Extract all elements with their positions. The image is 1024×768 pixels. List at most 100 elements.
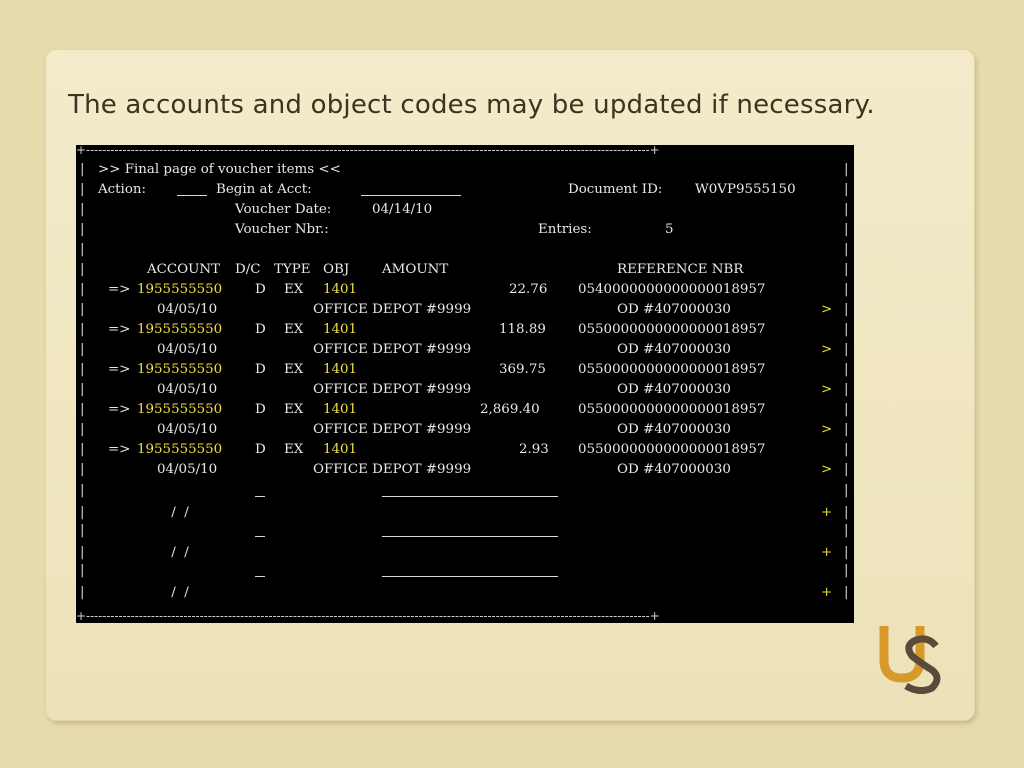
voucher-date-value: 04/14/10 [372,202,433,217]
row-arrow: => [108,282,131,297]
vendor-name: OFFICE DEPOT #9999 [313,302,472,317]
blank-entry-detail-row: | / / + | [76,543,854,563]
account-field[interactable]: 1955555550 [137,320,222,340]
object-code-field[interactable]: 1401 [323,440,357,460]
column-header-account: ACCOUNT [147,262,221,277]
blank-entry-row: | | [80,523,849,538]
dc-input[interactable] [255,575,265,577]
amount-input[interactable] [382,575,558,577]
voucher-date-label: Voucher Date: [235,202,332,217]
transaction-date: 04/05/10 [157,342,218,357]
column-header-obj: OBJ [323,262,350,277]
add-entry-indicator[interactable]: + [821,543,832,563]
screen-row: | >> Final page of voucher items << | [76,160,854,180]
type-value: EX [284,362,304,377]
screen-row: | Voucher Date: 04/14/10 | [76,200,854,220]
dc-value: D [255,282,266,297]
reference-detail: OD #407000030 [617,302,731,317]
more-detail-indicator[interactable]: > [821,300,832,320]
date-input[interactable]: / / [167,543,189,563]
amount-value: 2,869.40 [480,402,540,417]
amount-value: 22.76 [509,282,548,297]
terminal-screen: +---------------------------------------… [76,145,854,623]
row-arrow: => [108,402,131,417]
document-id-label: Document ID: [568,182,663,197]
amount-input[interactable] [382,535,558,537]
reference-detail: OD #407000030 [617,422,731,437]
account-field[interactable]: 1955555550 [137,360,222,380]
dc-value: D [255,442,266,457]
screen-row: | Voucher Nbr.: Entries: 5 | [76,220,854,240]
object-code-field[interactable]: 1401 [323,280,357,300]
reference-value: 0550000000000000018957 [578,402,766,417]
amount-value: 369.75 [499,362,546,377]
type-value: EX [284,322,304,337]
vendor-name: OFFICE DEPOT #9999 [313,382,472,397]
account-field[interactable]: 1955555550 [137,440,222,460]
object-code-field[interactable]: 1401 [323,320,357,340]
transaction-date: 04/05/10 [157,462,218,477]
row-arrow: => [108,322,131,337]
dc-value: D [255,362,266,377]
voucher-item-row: | => 1955555550 D EX 1401 2.93 055000000… [76,440,854,460]
voucher-item-detail-row: | 04/05/10 OFFICE DEPOT #9999 OD #407000… [76,340,854,360]
dc-value: D [255,322,266,337]
begin-at-acct-label: Begin at Acct: [216,182,312,197]
amount-value: 118.89 [499,322,546,337]
amount-input[interactable] [382,495,558,497]
document-id-value: W0VP9555150 [695,182,796,197]
blank-entry-row: | | [80,563,849,578]
reference-value: 0550000000000000018957 [578,362,766,377]
object-code-field[interactable]: 1401 [323,400,357,420]
voucher-item-row: | => 1955555550 D EX 1401 2,869.40 05500… [76,400,854,420]
row-arrow: => [108,362,131,377]
slide-title: The accounts and object codes may be upd… [68,90,875,120]
voucher-item-row: | => 1955555550 D EX 1401 369.75 0550000… [76,360,854,380]
voucher-item-row: | => 1955555550 D EX 1401 118.89 0550000… [76,320,854,340]
action-label: Action: [98,182,147,197]
reference-detail: OD #407000030 [617,382,731,397]
type-value: EX [284,402,304,417]
blank-entry-detail-row: | / / + | [76,583,854,603]
screen-row: | Action: Begin at Acct: Document ID: W0… [76,180,854,200]
entries-count: 5 [665,222,674,237]
reference-value: 0540000000000000018957 [578,282,766,297]
column-header-type: TYPE [274,262,311,277]
transaction-date: 04/05/10 [157,382,218,397]
dc-input[interactable] [255,495,265,497]
column-header-row: | ACCOUNT D/C TYPE OBJ AMOUNT REFERENCE … [76,260,854,280]
voucher-item-row: | => 1955555550 D EX 1401 22.76 05400000… [76,280,854,300]
voucher-item-detail-row: | 04/05/10 OFFICE DEPOT #9999 OD #407000… [76,380,854,400]
screen-row: | | [80,242,849,257]
dc-value: D [255,402,266,417]
account-field[interactable]: 1955555550 [137,280,222,300]
action-input[interactable] [177,194,207,196]
more-detail-indicator[interactable]: > [821,460,832,480]
column-header-dc: D/C [235,262,261,277]
add-entry-indicator[interactable]: + [821,583,832,603]
reference-value: 0550000000000000018957 [578,442,766,457]
voucher-item-detail-row: | 04/05/10 OFFICE DEPOT #9999 OD #407000… [76,420,854,440]
transaction-date: 04/05/10 [157,302,218,317]
reference-value: 0550000000000000018957 [578,322,766,337]
more-detail-indicator[interactable]: > [821,340,832,360]
add-entry-indicator[interactable]: + [821,503,832,523]
account-field[interactable]: 1955555550 [137,400,222,420]
voucher-nbr-label: Voucher Nbr.: [235,222,329,237]
more-detail-indicator[interactable]: > [821,380,832,400]
blank-entry-detail-row: | / / + | [76,503,854,523]
amount-value: 2.93 [519,442,549,457]
voucher-item-detail-row: | 04/05/10 OFFICE DEPOT #9999 OD #407000… [76,300,854,320]
vendor-name: OFFICE DEPOT #9999 [313,422,472,437]
more-detail-indicator[interactable]: > [821,420,832,440]
column-header-reference: REFERENCE NBR [617,262,744,277]
begin-at-acct-input[interactable] [361,194,461,196]
final-page-message: >> Final page of voucher items << [98,162,341,177]
entries-label: Entries: [538,222,592,237]
terminal-top-border: +---------------------------------------… [76,145,660,155]
date-input[interactable]: / / [167,583,189,603]
object-code-field[interactable]: 1401 [323,360,357,380]
voucher-item-detail-row: | 04/05/10 OFFICE DEPOT #9999 OD #407000… [76,460,854,480]
dc-input[interactable] [255,535,265,537]
date-input[interactable]: / / [167,503,189,523]
